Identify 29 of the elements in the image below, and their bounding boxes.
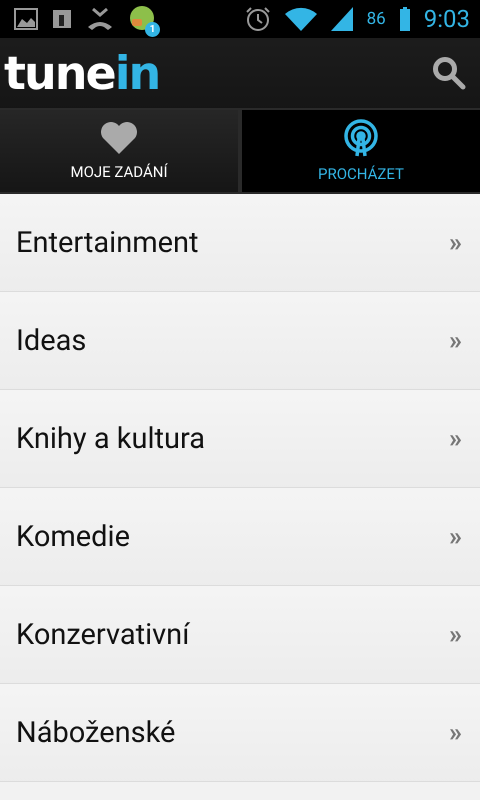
category-label: Komedie [16,520,130,554]
battery-icon [400,7,410,31]
wifi-icon [284,7,317,31]
calendar-icon [52,9,72,29]
signal-icon [330,7,353,31]
chevron-glyph: » [449,620,462,650]
missed-call-icon [86,7,114,31]
category-label: Náboženské [16,716,176,750]
chevron-glyph: » [449,228,462,258]
chevron-glyph: » [449,522,462,552]
battery-level: 86 [366,9,386,29]
category-label: Entertainment [16,226,199,260]
chat-app-icon [128,5,156,33]
nav-tab[interactable]: PROCHÁZET [242,110,480,192]
chevron-glyph: » [449,326,462,356]
category-label: Knihy a kultura [16,422,206,456]
chevron-glyph: » [449,424,462,454]
heart-icon [100,121,138,155]
category-label: Ideas [16,324,86,358]
image-icon [14,8,38,30]
notification-badge: 1 [145,22,160,37]
category-label: Konzervativní [16,618,190,652]
search-icon[interactable] [432,56,466,90]
clock-time: 9:03 [424,5,470,33]
alarm-icon [244,6,271,32]
app-logo: tunein [4,46,160,100]
broadcast-icon [342,119,380,157]
chevron-glyph: » [449,718,462,748]
nav-tab[interactable]: MOJE ZADÁNÍ [0,110,238,192]
